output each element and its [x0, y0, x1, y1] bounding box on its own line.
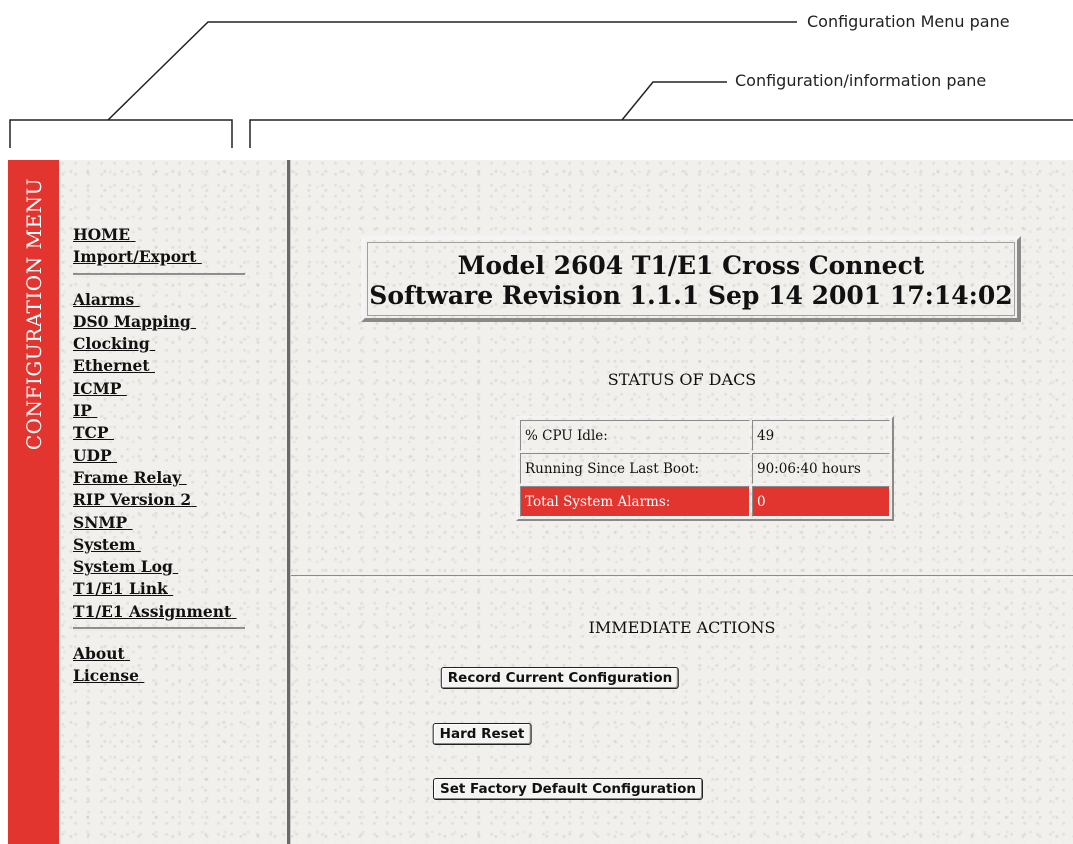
menu-link-license[interactable]: License	[73, 665, 283, 687]
menu-separator	[73, 272, 245, 277]
menu-list: HOME Import/Export Alarms DS0 Mapping Clocki…	[73, 224, 283, 688]
callout-label-info-pane: Configuration/information pane	[735, 71, 987, 90]
menu-link-t1-e1-link[interactable]: T1/E1 Link	[73, 578, 283, 600]
menu-link-import-export[interactable]: Import/Export	[73, 246, 283, 268]
menu-link-system[interactable]: System	[73, 534, 283, 556]
configuration-menu-pane: HOME Import/Export Alarms DS0 Mapping Clocki…	[59, 160, 287, 844]
status-table: % CPU Idle: 49 Running Since Last Boot: 90:…	[516, 416, 894, 521]
configuration-menu-title: CONFIGURATION MENU	[8, 178, 59, 518]
status-value: 0	[752, 486, 890, 517]
banner-software-revision: Software Revision 1.1.1 Sep 14 2001 17:1…	[369, 281, 1013, 310]
browser-screen: CONFIGURATION MENU HOME Import/Export Alar…	[8, 160, 1073, 844]
status-label: % CPU Idle:	[520, 420, 750, 451]
menu-link-alarms[interactable]: Alarms	[73, 289, 283, 311]
status-row: % CPU Idle: 49	[520, 420, 890, 451]
set-factory-default-configuration-button[interactable]: Set Factory Default Configuration	[432, 778, 704, 800]
menu-link-system-log[interactable]: System Log	[73, 556, 283, 578]
status-value: 49	[752, 420, 890, 451]
menu-link-about[interactable]: About	[73, 643, 283, 665]
menu-link-t1-e1-assignment[interactable]: T1/E1 Assignment	[73, 601, 283, 623]
menu-link-frame-relay[interactable]: Frame Relay	[73, 467, 283, 489]
actions-title: IMMEDIATE ACTIONS	[588, 618, 776, 637]
section-divider	[291, 575, 1073, 578]
menu-link-home[interactable]: HOME	[73, 224, 283, 246]
menu-link-snmp[interactable]: SNMP	[73, 512, 283, 534]
menu-link-tcp[interactable]: TCP	[73, 422, 283, 444]
callout-label-menu-pane: Configuration Menu pane	[807, 12, 1010, 31]
menu-link-ethernet[interactable]: Ethernet	[73, 355, 283, 377]
hard-reset-button[interactable]: Hard Reset	[432, 723, 532, 745]
menu-link-clocking[interactable]: Clocking	[73, 333, 283, 355]
configuration-menu-title-text: CONFIGURATION MENU	[21, 178, 46, 451]
record-current-configuration-button[interactable]: Record Current Configuration	[440, 667, 680, 689]
menu-link-ds0-mapping[interactable]: DS0 Mapping	[73, 311, 283, 333]
menu-separator	[73, 627, 245, 632]
banner-model-title: Model 2604 T1/E1 Cross Connect	[457, 251, 925, 280]
banner-inner-frame: Model 2604 T1/E1 Cross Connect Software …	[367, 242, 1015, 316]
menu-link-rip-version-2[interactable]: RIP Version 2	[73, 489, 283, 511]
status-label: Running Since Last Boot:	[520, 453, 750, 484]
status-row: Running Since Last Boot: 90:06:40 hours	[520, 453, 890, 484]
configuration-menu-strip: CONFIGURATION MENU	[8, 160, 59, 844]
status-label: Total System Alarms:	[520, 486, 750, 517]
status-row: Total System Alarms: 0	[520, 486, 890, 517]
model-banner: Model 2604 T1/E1 Cross Connect Software …	[361, 236, 1021, 322]
menu-link-ip[interactable]: IP	[73, 400, 283, 422]
configuration-information-pane: Model 2604 T1/E1 Cross Connect Software …	[291, 160, 1073, 844]
status-title: STATUS OF DACS	[607, 370, 757, 389]
menu-link-udp[interactable]: UDP	[73, 445, 283, 467]
status-value: 90:06:40 hours	[752, 453, 890, 484]
menu-link-icmp[interactable]: ICMP	[73, 378, 283, 400]
